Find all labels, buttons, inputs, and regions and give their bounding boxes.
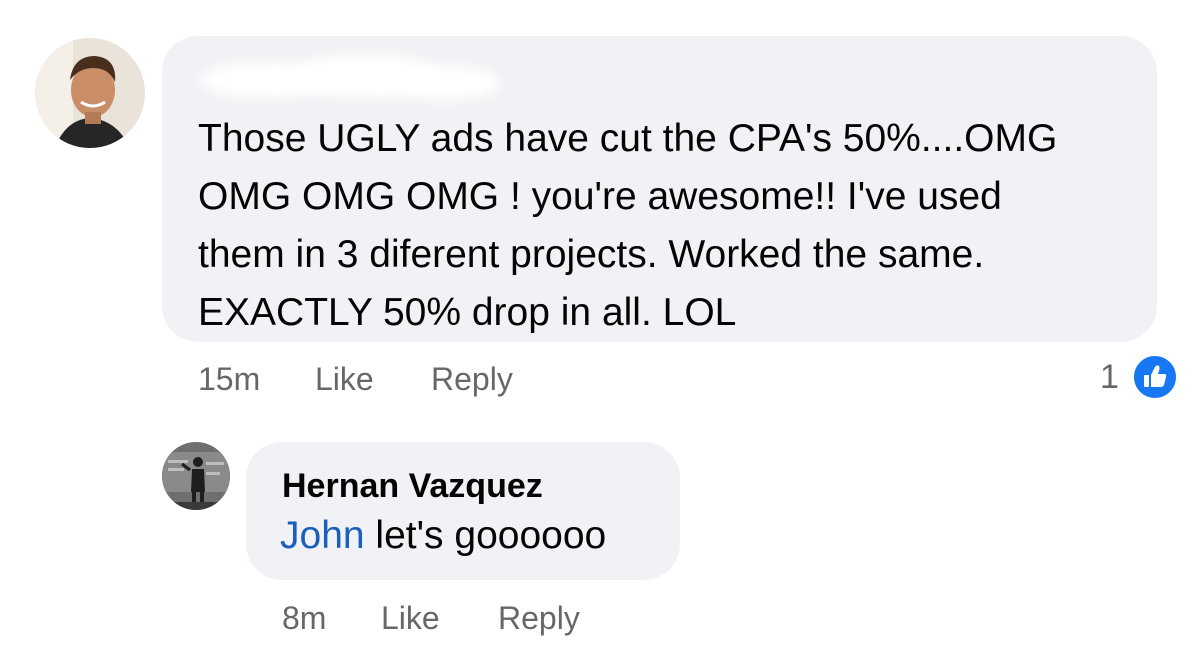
reply-message: let's goooooo: [364, 514, 607, 557]
redacted-author-name: [190, 48, 510, 110]
reply-button[interactable]: Reply: [431, 361, 513, 398]
comment-timestamp[interactable]: 15m: [198, 361, 260, 398]
reaction-count[interactable]: 1: [1100, 358, 1119, 397]
replier-avatar[interactable]: [162, 442, 230, 510]
mention-link[interactable]: John: [280, 514, 365, 557]
reply-text: John let's goooooo: [280, 514, 606, 558]
comment-text: Those UGLY ads have cut the CPA's 50%...…: [198, 117, 1058, 334]
reply-like-button[interactable]: Like: [381, 600, 440, 637]
thumbs-up-icon[interactable]: [1131, 353, 1179, 401]
reply-timestamp[interactable]: 8m: [282, 600, 326, 637]
reply-reply-button[interactable]: Reply: [498, 600, 580, 637]
like-button[interactable]: Like: [315, 361, 374, 398]
reply-author-name[interactable]: Hernan Vazquez: [282, 467, 543, 506]
commenter-avatar[interactable]: [35, 38, 145, 148]
reply-bubble: [246, 442, 680, 580]
